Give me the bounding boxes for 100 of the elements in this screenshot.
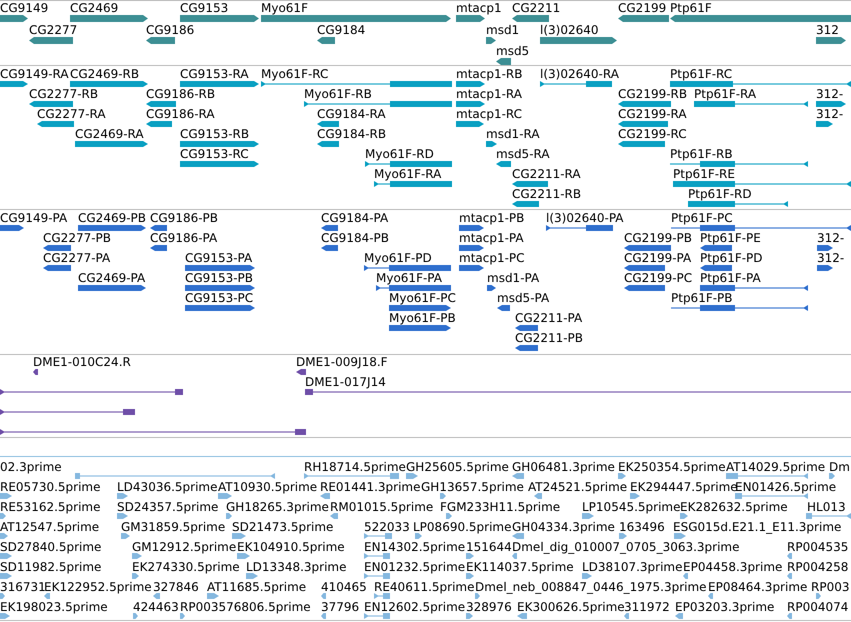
- feature-label: mtacp1-RA: [456, 87, 522, 101]
- feature-label: Myo61F-RD: [365, 147, 434, 161]
- feature-label: RP004258: [787, 560, 848, 574]
- feature-label: CG9184-PA: [321, 211, 388, 225]
- feature-label: EK294447.5prime: [630, 480, 738, 494]
- feature-label: Ptp61F-RB: [670, 147, 733, 161]
- feature-label: AT12547.5prime: [0, 520, 100, 534]
- feature-label: CG9186-PB: [150, 211, 218, 225]
- feature-label: CG2469-PB: [78, 211, 146, 225]
- feature-label: EK198023.5prime: [0, 600, 108, 614]
- feature-label: RP004074: [787, 600, 848, 614]
- feature-label: DME1-010C24.R: [33, 355, 131, 369]
- feature-label: EP03203.3prime: [675, 600, 774, 614]
- feature-label: l(3)02640: [540, 22, 599, 36]
- feature-label: GH18265.3prime: [226, 500, 329, 514]
- feature-label: Dmel_neb_008847_0446_1975.3prime: [475, 580, 707, 594]
- feature-label: SD27840.5prime: [0, 540, 102, 554]
- feature-label: SD11982.5prime: [0, 560, 102, 574]
- feature-label: AT10930.5prime: [218, 480, 318, 494]
- feature-label: EK274330.5prime: [132, 560, 240, 574]
- feature-label: CG9184-RA: [317, 107, 386, 121]
- feature-label: CG2199-PA: [624, 251, 692, 265]
- feature-label: EK104910.5prime: [237, 540, 345, 554]
- feature-label: CG9186: [146, 22, 194, 36]
- feature-label: Myo61F: [261, 1, 308, 15]
- feature-label: 02.3prime: [0, 460, 62, 474]
- feature-label: HL013: [807, 500, 846, 514]
- feature-label: CG9149-RA: [0, 67, 69, 81]
- feature-label: CG2211-PB: [515, 331, 584, 345]
- feature-label: 312-: [816, 107, 844, 121]
- feature-label: Myo61F-RA: [374, 167, 442, 181]
- feature-label: 312-: [816, 87, 844, 101]
- feature-label: 327846: [153, 580, 199, 594]
- feature-label: mtacp1-PC: [459, 251, 525, 265]
- feature-label: CG9184-PB: [321, 231, 390, 245]
- feature-label: EN12602.5prime: [364, 600, 466, 614]
- feature-label: CG2277-RB: [29, 87, 98, 101]
- feature-label: CG2211-RA: [512, 167, 581, 181]
- feature-label: CG2211: [512, 1, 560, 15]
- feature-label: Myo61F-RC: [261, 67, 328, 81]
- feature-label: mtacp1-PB: [459, 211, 524, 225]
- feature-label: Ptp61F: [670, 1, 712, 15]
- feature-label: Ptp61F-PB: [671, 291, 733, 305]
- feature-label: EK250354.5prime: [618, 460, 726, 474]
- feature-label: ESG015d.E21.1_E11.3prime: [673, 520, 842, 534]
- feature-label: EN14302.5prime: [364, 540, 466, 554]
- feature-label: EN01426.5prime: [735, 480, 836, 494]
- feature-label: CG9149: [0, 1, 48, 15]
- feature-label: GM12912.5prime: [132, 540, 236, 554]
- feature-label: SD21473.5prime: [232, 520, 334, 534]
- feature-label: CG2199-RB: [618, 87, 688, 101]
- feature-label: 163496: [619, 520, 665, 534]
- feature-label: Ptp61F-PC: [671, 211, 733, 225]
- feature-label: Ptp61F-RD: [688, 187, 752, 201]
- feature-label: CG2211-PA: [515, 311, 582, 325]
- feature-label: EN01232.5prime: [364, 560, 466, 574]
- feature-label: mtacp1-PA: [459, 231, 524, 245]
- feature-label: AT11685.5prime: [207, 580, 306, 594]
- feature-label: DME1-017J14: [305, 375, 386, 389]
- feature-label: GH06481.3prime: [512, 460, 615, 474]
- feature-label: DME1-009J18.F: [296, 355, 388, 369]
- feature-label: mtacp1: [456, 1, 502, 15]
- feature-label: LD38107.3prime: [582, 560, 683, 574]
- feature-label: RE01441.3prime: [320, 480, 420, 494]
- feature-label: CG9153-PB: [185, 271, 254, 285]
- feature-label: CG9153-RC: [180, 147, 249, 161]
- feature-label: EP04458.3prime: [683, 560, 782, 574]
- feature-label: msd5-RA: [496, 147, 550, 161]
- feature-label: 316731: [0, 580, 46, 594]
- feature-label: CG9186-RA: [146, 107, 215, 121]
- feature-label: GH25605.5prime: [406, 460, 509, 474]
- feature-label: EK122952.5prime: [44, 580, 152, 594]
- feature-label: Myo61F-PA: [376, 271, 442, 285]
- feature-label: l(3)02640-RA: [540, 67, 619, 81]
- feature-label: CG2199-RA: [618, 107, 687, 121]
- feature-label: msd5-PA: [497, 291, 550, 305]
- feature-label: Ptp61F-RE: [673, 167, 735, 181]
- feature-label: 312-: [817, 251, 844, 265]
- feature-label: Ptp61F-RC: [670, 67, 732, 81]
- feature-label: EK282632.5prime: [680, 500, 788, 514]
- feature-label: CG2469-PA: [78, 271, 146, 285]
- feature-label: Ptp61F-PA: [700, 271, 761, 285]
- feature-label: CG2469-RB: [70, 67, 140, 81]
- feature-label: 312: [816, 22, 839, 36]
- feature-label: CG9153-RA: [180, 67, 249, 81]
- feature-label: CG9186-RB: [146, 87, 216, 101]
- feature-label: LP10545.5prime: [582, 500, 681, 514]
- feature-label: 151644: [466, 540, 512, 554]
- feature-label: Ptp61F-PE: [700, 231, 761, 245]
- feature-label: Dmel_dig_010007_0705_3063.3prime: [512, 540, 740, 554]
- feature-label: LD13348.3prime: [246, 560, 347, 574]
- feature-label: 37796: [321, 600, 360, 614]
- feature-label: LD43036.5prime: [117, 480, 218, 494]
- feature-label: AT24521.5prime: [528, 480, 628, 494]
- feature-label: 312-: [817, 231, 844, 245]
- feature-label: CG9153-RB: [180, 127, 250, 141]
- feature-label: CG2277-RA: [37, 107, 106, 121]
- feature-label: CG2211-RB: [512, 187, 582, 201]
- feature-label: msd5: [496, 44, 530, 58]
- feature-label: Myo61F-PD: [364, 251, 432, 265]
